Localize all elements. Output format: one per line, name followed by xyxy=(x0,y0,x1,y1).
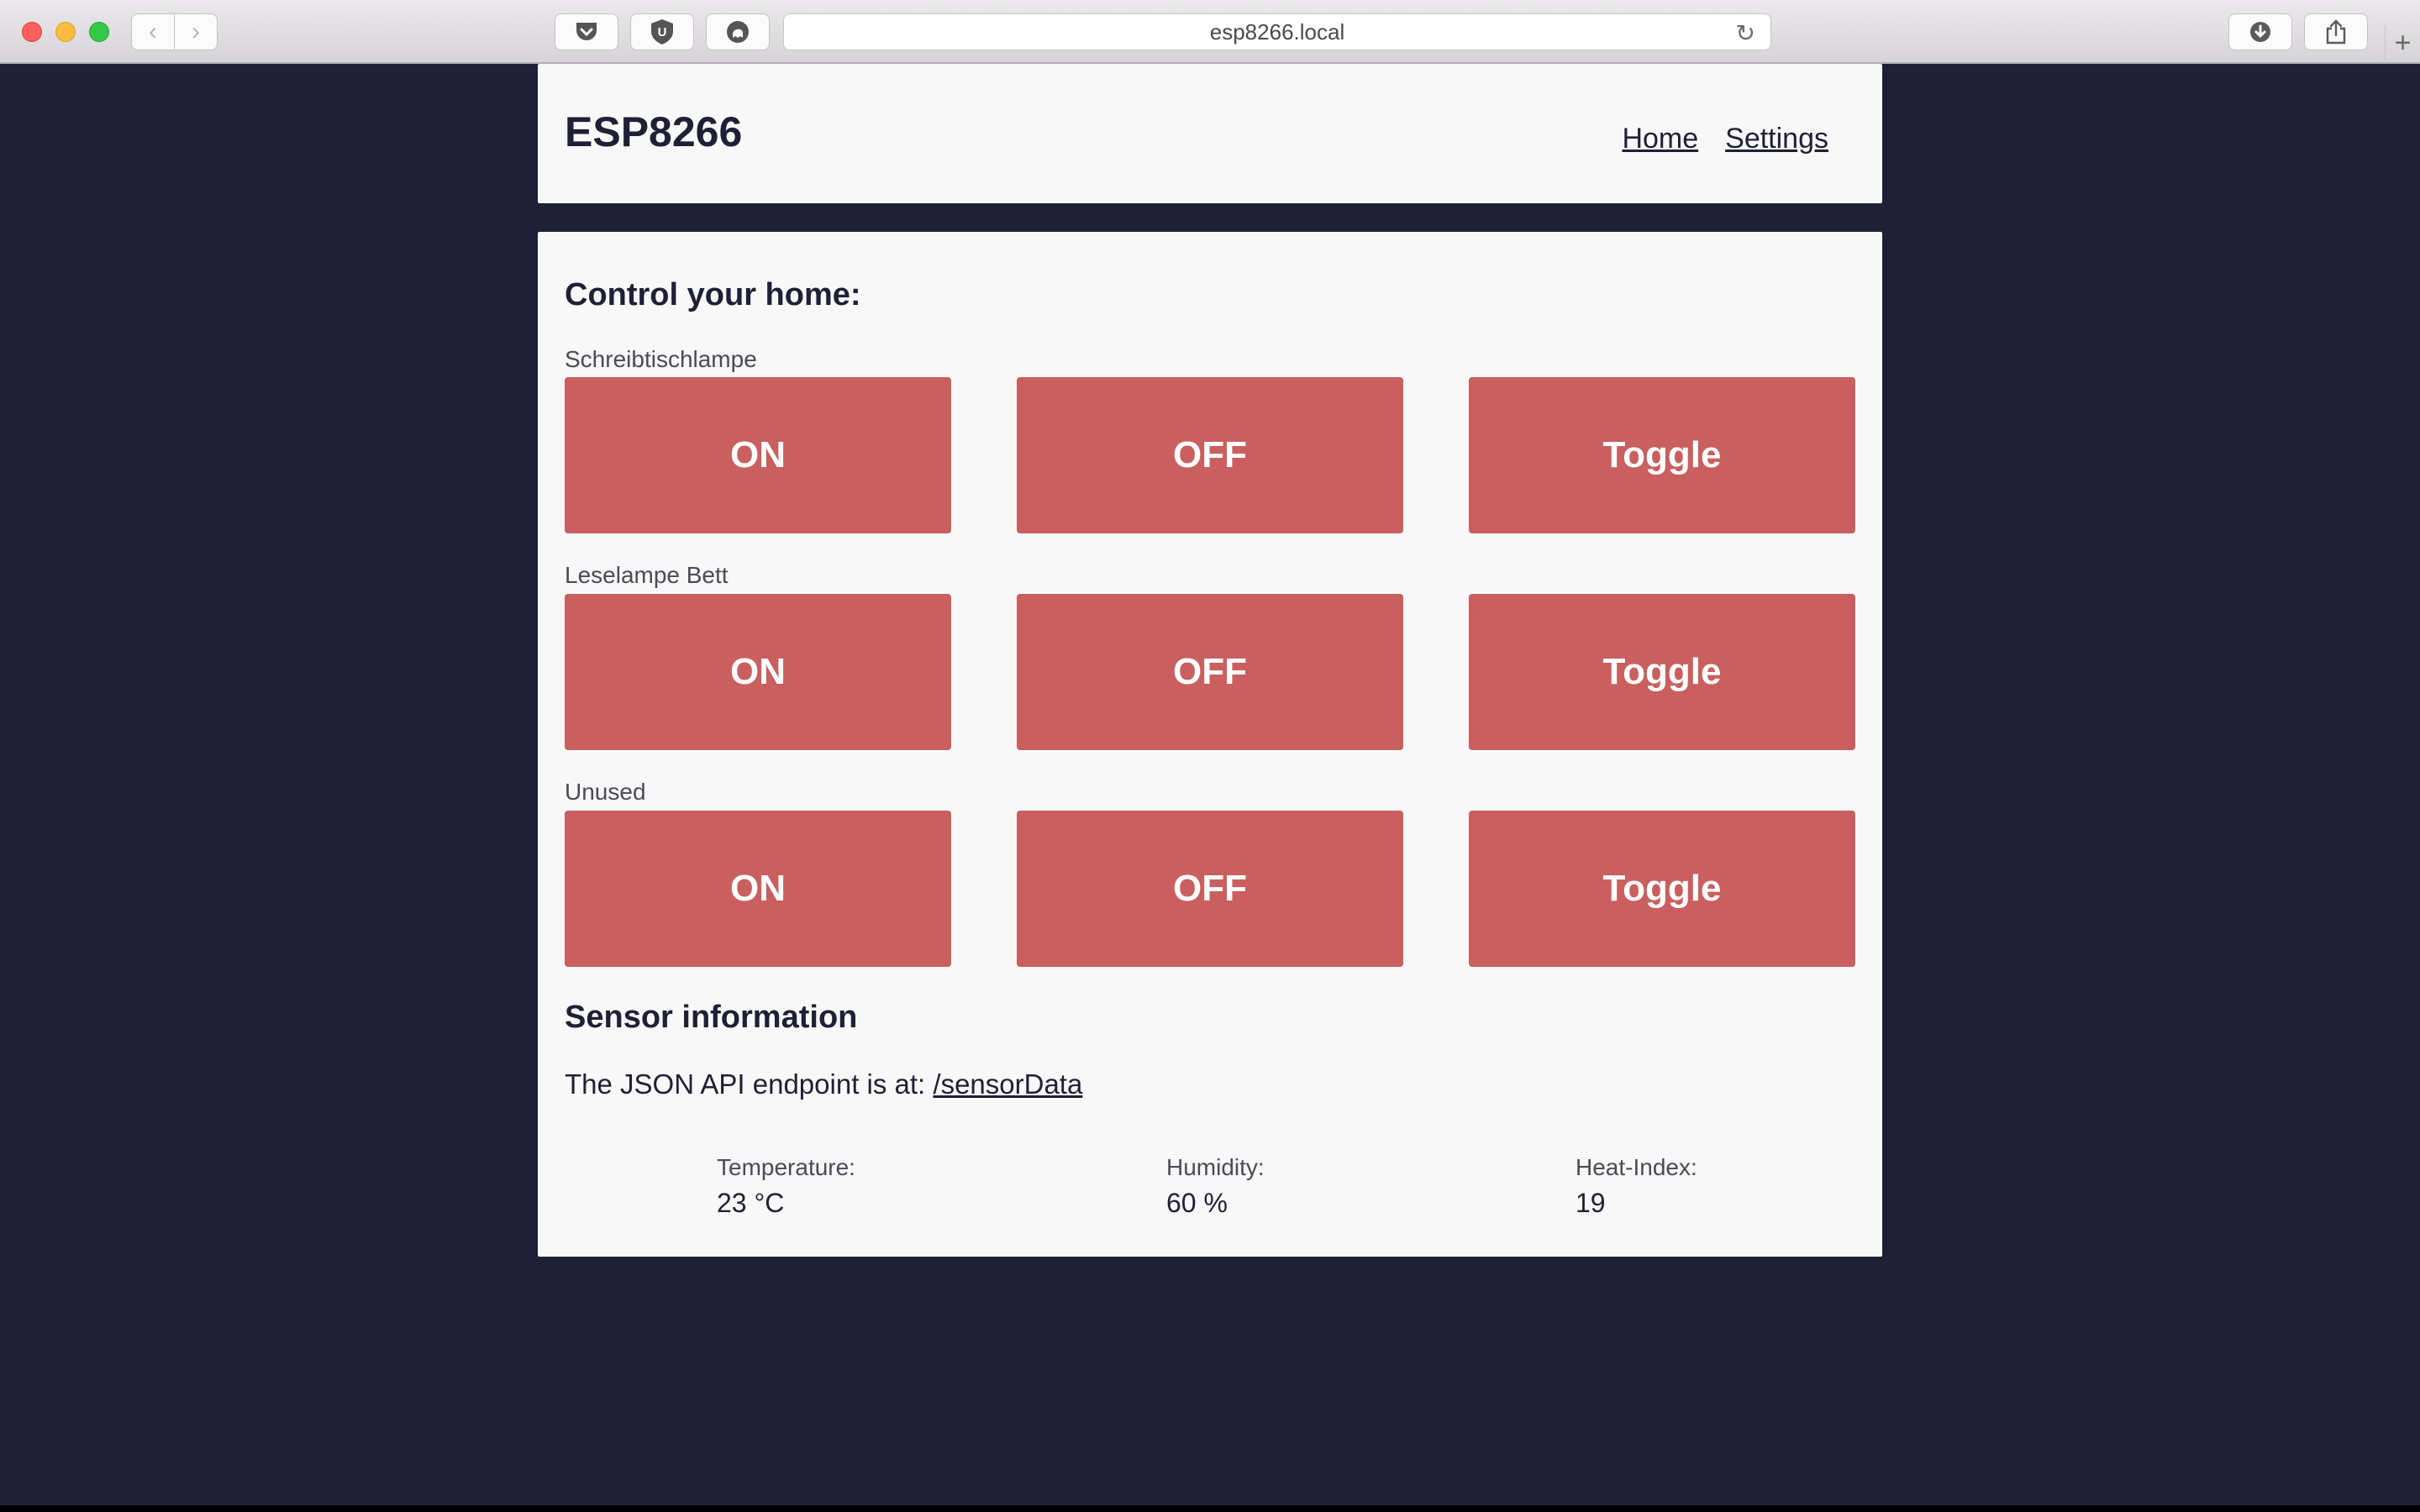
ghostery-extension-button[interactable] xyxy=(706,13,770,50)
unused-toggle-button[interactable]: Toggle xyxy=(1469,811,1855,967)
downloads-button[interactable] xyxy=(2228,13,2292,50)
window-bottom-edge xyxy=(0,1505,2420,1512)
heat-index-reading: Heat-Index: 19 xyxy=(1576,1154,1697,1219)
ublock-extension-button[interactable]: U xyxy=(630,13,694,50)
pocket-icon xyxy=(576,23,597,40)
api-endpoint-label: The JSON API endpoint is at: xyxy=(565,1068,934,1100)
unused-on-button[interactable]: ON xyxy=(565,811,951,967)
heat-index-label: Heat-Index: xyxy=(1576,1154,1697,1180)
nav-link-home[interactable]: Home xyxy=(1622,123,1698,155)
device-label-schreibtischlampe: Schreibtischlampe xyxy=(565,346,757,372)
sensor-heading: Sensor information xyxy=(565,1000,858,1035)
address-bar[interactable]: esp8266.local ↻ xyxy=(783,13,1771,50)
site-title: ESP8266 xyxy=(565,108,743,155)
sensor-data-link[interactable]: /sensorData xyxy=(933,1068,1082,1100)
site-header: ESP8266 Home Settings xyxy=(538,64,1882,203)
nav-link-settings[interactable]: Settings xyxy=(1725,123,1828,155)
share-button[interactable] xyxy=(2304,13,2368,50)
temperature-reading: Temperature: 23 °C xyxy=(717,1154,855,1219)
leselampe-bett-on-button[interactable]: ON xyxy=(565,594,951,750)
plus-icon: + xyxy=(2394,26,2412,59)
new-tab-button[interactable]: + xyxy=(2385,25,2420,60)
site-nav: Home Settings xyxy=(1622,123,1828,155)
chevron-left-icon: ‹ xyxy=(149,18,157,45)
device-label-unused: Unused xyxy=(565,779,646,805)
humidity-reading: Humidity: 60 % xyxy=(1166,1154,1265,1219)
zoom-window-button[interactable] xyxy=(89,22,109,42)
browser-toolbar: ‹ › U esp8266.local ↻ + xyxy=(0,0,2420,64)
reload-icon[interactable]: ↻ xyxy=(1736,19,1755,47)
device-controls-unused: ON OFF Toggle xyxy=(565,811,1855,967)
temperature-label: Temperature: xyxy=(717,1154,855,1180)
leselampe-bett-off-button[interactable]: OFF xyxy=(1017,594,1403,750)
temperature-value: 23 °C xyxy=(717,1188,785,1218)
svg-text:U: U xyxy=(658,25,667,39)
forward-button[interactable]: › xyxy=(174,13,218,50)
humidity-label: Humidity: xyxy=(1166,1154,1265,1180)
control-heading: Control your home: xyxy=(565,277,861,312)
unused-off-button[interactable]: OFF xyxy=(1017,811,1403,967)
api-endpoint-text: The JSON API endpoint is at: /sensorData xyxy=(565,1068,1082,1100)
ghostery-icon xyxy=(727,21,749,43)
device-label-leselampe-bett: Leselampe Bett xyxy=(565,562,729,588)
chevron-right-icon: › xyxy=(192,18,200,45)
heat-index-value: 19 xyxy=(1576,1188,1606,1218)
share-icon xyxy=(2326,19,2346,45)
device-controls-schreibtischlampe: ON OFF Toggle xyxy=(565,377,1855,533)
back-button[interactable]: ‹ xyxy=(131,13,175,50)
schreibtischlampe-off-button[interactable]: OFF xyxy=(1017,377,1403,533)
minimize-window-button[interactable] xyxy=(55,22,76,42)
leselampe-bett-toggle-button[interactable]: Toggle xyxy=(1469,594,1855,750)
schreibtischlampe-toggle-button[interactable]: Toggle xyxy=(1469,377,1855,533)
ublock-shield-icon: U xyxy=(651,19,673,45)
device-controls-leselampe-bett: ON OFF Toggle xyxy=(565,594,1855,750)
close-window-button[interactable] xyxy=(22,22,42,42)
url-text: esp8266.local xyxy=(1209,18,1345,45)
humidity-value: 60 % xyxy=(1166,1188,1228,1218)
download-icon xyxy=(2250,22,2270,42)
main-content: Control your home: Schreibtischlampe ON … xyxy=(538,232,1882,1257)
schreibtischlampe-on-button[interactable]: ON xyxy=(565,377,951,533)
pocket-extension-button[interactable] xyxy=(555,13,618,50)
